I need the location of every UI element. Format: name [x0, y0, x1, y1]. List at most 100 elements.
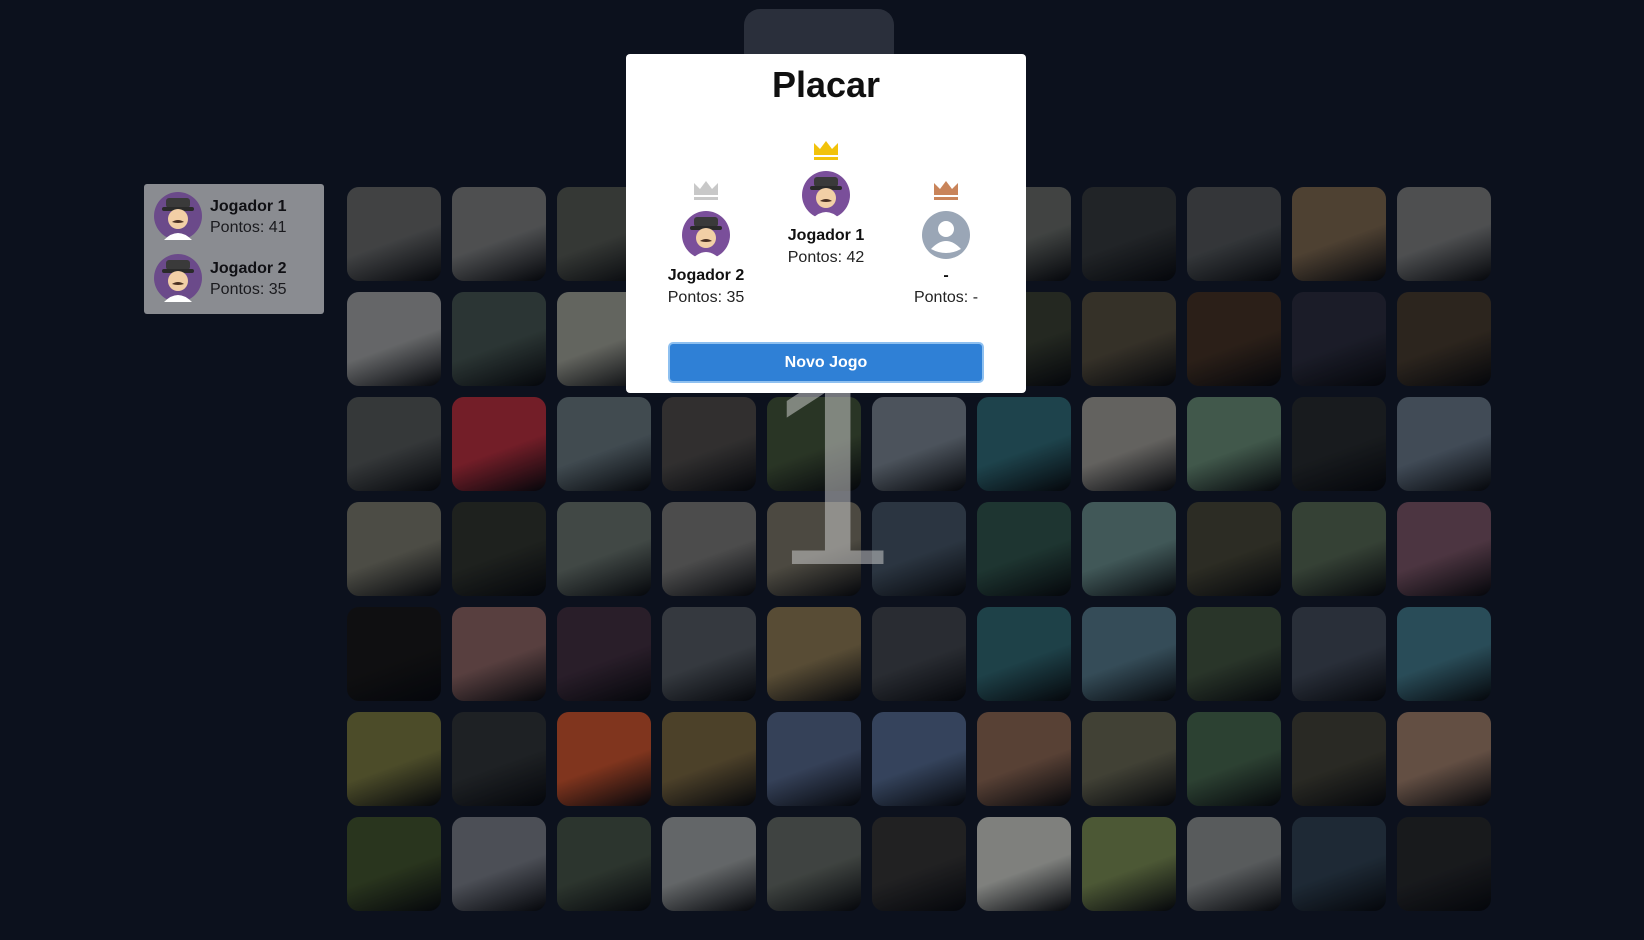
card-tile[interactable] [977, 502, 1071, 596]
card-tile[interactable] [767, 397, 861, 491]
tile-shade [1187, 712, 1281, 806]
player-score: Pontos: 41 [210, 219, 287, 236]
card-tile[interactable] [557, 502, 651, 596]
player-avatar-icon [154, 254, 202, 302]
card-tile[interactable] [1187, 292, 1281, 386]
tile-shade [1397, 187, 1491, 281]
card-tile[interactable] [347, 397, 441, 491]
card-tile[interactable] [557, 817, 651, 911]
card-tile[interactable] [452, 712, 546, 806]
card-tile[interactable] [1082, 187, 1176, 281]
card-tile[interactable] [767, 712, 861, 806]
tile-shade [347, 187, 441, 281]
card-tile[interactable] [872, 502, 966, 596]
card-tile[interactable] [872, 817, 966, 911]
player-avatar-icon [154, 192, 202, 240]
card-tile[interactable] [1082, 502, 1176, 596]
podium-score: Pontos: 35 [667, 289, 745, 306]
card-tile[interactable] [767, 817, 861, 911]
scoreboard-modal: Placar Jogador 2 Pontos: 35 Jogador 1 Po… [626, 54, 1026, 393]
card-tile[interactable] [977, 397, 1071, 491]
card-tile[interactable] [452, 502, 546, 596]
card-tile[interactable] [347, 607, 441, 701]
card-tile[interactable] [767, 502, 861, 596]
card-tile[interactable] [1397, 502, 1491, 596]
card-tile[interactable] [1397, 187, 1491, 281]
card-tile[interactable] [1082, 397, 1176, 491]
card-tile[interactable] [452, 187, 546, 281]
card-tile[interactable] [452, 292, 546, 386]
new-game-button[interactable]: Novo Jogo [668, 342, 984, 383]
card-tile[interactable] [1397, 817, 1491, 911]
card-tile[interactable] [662, 712, 756, 806]
card-tile[interactable] [1292, 712, 1386, 806]
card-tile[interactable] [662, 607, 756, 701]
tile-shade [662, 397, 756, 491]
card-tile[interactable] [767, 607, 861, 701]
tile-shade [452, 817, 546, 911]
card-tile[interactable] [347, 817, 441, 911]
card-tile[interactable] [872, 712, 966, 806]
card-tile[interactable] [347, 187, 441, 281]
card-tile[interactable] [872, 607, 966, 701]
card-tile[interactable] [1397, 397, 1491, 491]
card-tile[interactable] [452, 817, 546, 911]
default-user-icon [922, 211, 970, 259]
card-tile[interactable] [1292, 817, 1386, 911]
tile-shade [662, 502, 756, 596]
tile-shade [767, 397, 861, 491]
tile-shade [872, 502, 966, 596]
card-tile[interactable] [1082, 817, 1176, 911]
card-tile[interactable] [1187, 607, 1281, 701]
tile-shade [662, 607, 756, 701]
tile-shade [1082, 397, 1176, 491]
card-tile[interactable] [1082, 607, 1176, 701]
player-row-2: Jogador 2 Pontos: 35 [154, 250, 324, 304]
card-tile[interactable] [977, 712, 1071, 806]
tile-shade [347, 607, 441, 701]
tile-shade [557, 397, 651, 491]
card-tile[interactable] [1292, 187, 1386, 281]
player-avatar-icon [802, 171, 850, 219]
card-tile[interactable] [1292, 397, 1386, 491]
tile-shade [1187, 607, 1281, 701]
card-tile[interactable] [1292, 502, 1386, 596]
tile-shade [1397, 817, 1491, 911]
card-tile[interactable] [1397, 292, 1491, 386]
card-tile[interactable] [557, 397, 651, 491]
card-tile[interactable] [1397, 607, 1491, 701]
tile-shade [767, 502, 861, 596]
card-tile[interactable] [1082, 712, 1176, 806]
card-tile[interactable] [662, 502, 756, 596]
card-tile[interactable] [1187, 502, 1281, 596]
card-tile[interactable] [557, 712, 651, 806]
card-tile[interactable] [662, 817, 756, 911]
card-tile[interactable] [1187, 397, 1281, 491]
card-tile[interactable] [872, 397, 966, 491]
tile-shade [1082, 292, 1176, 386]
card-tile[interactable] [662, 397, 756, 491]
tile-shade [1397, 397, 1491, 491]
tile-shade [872, 817, 966, 911]
card-tile[interactable] [1187, 712, 1281, 806]
card-tile[interactable] [1082, 292, 1176, 386]
podium-name: Jogador 1 [787, 227, 865, 244]
card-tile[interactable] [1397, 712, 1491, 806]
card-tile[interactable] [1292, 607, 1386, 701]
card-tile[interactable] [977, 817, 1071, 911]
card-tile[interactable] [1187, 187, 1281, 281]
tile-shade [347, 817, 441, 911]
card-tile[interactable] [1292, 292, 1386, 386]
card-tile[interactable] [347, 712, 441, 806]
card-tile[interactable] [1187, 817, 1281, 911]
tile-shade [452, 502, 546, 596]
tile-shade [452, 607, 546, 701]
card-tile[interactable] [347, 292, 441, 386]
card-tile[interactable] [452, 397, 546, 491]
card-tile[interactable] [977, 607, 1071, 701]
tile-shade [557, 817, 651, 911]
card-tile[interactable] [452, 607, 546, 701]
card-tile[interactable] [557, 607, 651, 701]
tile-shade [347, 397, 441, 491]
card-tile[interactable] [347, 502, 441, 596]
